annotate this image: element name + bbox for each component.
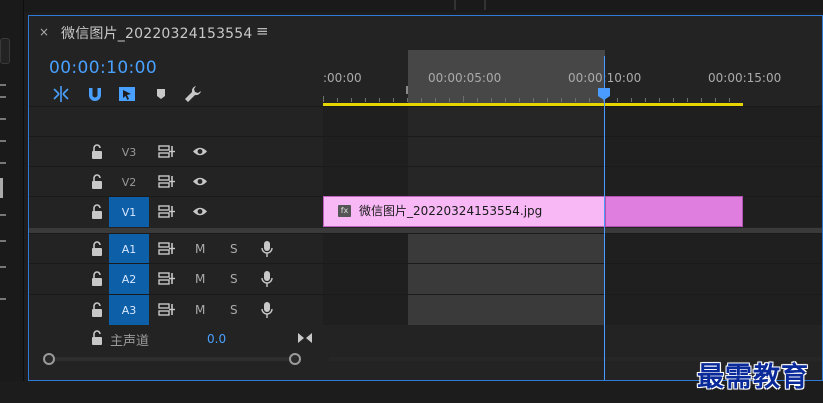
tool-strip-tick bbox=[0, 266, 6, 268]
in-point-marker bbox=[406, 86, 408, 94]
wrench-icon[interactable] bbox=[183, 84, 203, 104]
close-tab-icon[interactable]: × bbox=[39, 25, 49, 39]
track-header-a2: A2 M S bbox=[29, 263, 323, 294]
lock-icon[interactable] bbox=[90, 204, 104, 220]
clip-name: 微信图片_20220324153554.jpg bbox=[359, 204, 543, 218]
tool-strip-tick bbox=[0, 140, 6, 142]
mute-button[interactable]: M bbox=[195, 242, 205, 256]
sync-lock-icon[interactable] bbox=[158, 272, 176, 285]
tool-strip-indicator bbox=[0, 178, 3, 198]
sync-lock-icon[interactable] bbox=[158, 303, 176, 316]
horizontal-zoom-scrollbar[interactable] bbox=[43, 353, 301, 365]
track-name-v1[interactable]: V1 bbox=[109, 197, 149, 227]
sync-lock-icon[interactable] bbox=[158, 175, 176, 188]
eye-icon[interactable] bbox=[192, 175, 208, 188]
tool-strip-tick bbox=[0, 214, 6, 216]
time-ruler[interactable]: :00:00 00:00:05:00 00:00:10:00 00:00:15:… bbox=[323, 50, 822, 106]
tool-strip-tick bbox=[0, 96, 6, 98]
solo-button[interactable]: S bbox=[230, 303, 238, 317]
lock-icon[interactable] bbox=[90, 330, 104, 346]
go-to-edit-point-icon[interactable] bbox=[297, 332, 313, 344]
microphone-icon[interactable] bbox=[261, 301, 273, 319]
track-lane-v2[interactable] bbox=[323, 166, 822, 196]
track-header-v1: V1 bbox=[29, 196, 323, 227]
sync-lock-icon[interactable] bbox=[158, 145, 176, 158]
tool-strip-button[interactable] bbox=[0, 38, 10, 64]
track-header-v2: V2 bbox=[29, 166, 323, 196]
track-label: A3 bbox=[121, 304, 137, 317]
sync-lock-icon[interactable] bbox=[158, 242, 176, 255]
lock-icon[interactable] bbox=[90, 174, 104, 190]
track-header-a3: A3 M S bbox=[29, 294, 323, 325]
solo-button[interactable]: S bbox=[230, 272, 238, 286]
tool-strip-tick bbox=[0, 118, 6, 120]
magnet-icon[interactable] bbox=[85, 84, 105, 104]
clip-tail-part bbox=[605, 196, 743, 227]
clip-rendered-part: fx 微信图片_20220324153554.jpg bbox=[323, 196, 605, 227]
master-volume-value[interactable]: 0.0 bbox=[207, 332, 226, 346]
playhead-line[interactable] bbox=[604, 56, 605, 380]
master-track-label: 主声道 bbox=[110, 334, 150, 349]
track-header-spacer bbox=[29, 106, 323, 136]
scroll-end-handle[interactable] bbox=[289, 353, 301, 365]
track-header-v3: V3 bbox=[29, 136, 323, 166]
track-label: A2 bbox=[121, 273, 137, 286]
lock-icon[interactable] bbox=[90, 144, 104, 160]
track-label: V3 bbox=[121, 146, 137, 159]
track-lane-a3[interactable] bbox=[323, 294, 822, 325]
track-lane-a1[interactable] bbox=[323, 233, 822, 263]
track-label: A1 bbox=[121, 243, 137, 256]
playhead-handle[interactable] bbox=[597, 87, 611, 101]
microphone-icon[interactable] bbox=[261, 270, 273, 288]
track-name-a2[interactable]: A2 bbox=[109, 264, 149, 294]
tool-strip-tick bbox=[0, 162, 6, 164]
lock-icon[interactable] bbox=[90, 271, 104, 287]
timeline-tab: × 微信图片_20220324153554 ≡ bbox=[29, 16, 822, 50]
track-name-v2[interactable]: V2 bbox=[109, 167, 149, 196]
eye-icon[interactable] bbox=[192, 205, 208, 218]
lock-icon[interactable] bbox=[90, 302, 104, 318]
track-name-a1[interactable]: A1 bbox=[109, 234, 149, 263]
track-name-a3[interactable]: A3 bbox=[109, 295, 149, 325]
video-clip[interactable]: fx 微信图片_20220324153554.jpg bbox=[323, 196, 743, 227]
solo-button[interactable]: S bbox=[230, 242, 238, 256]
left-tool-strip bbox=[0, 0, 24, 403]
mute-button[interactable]: M bbox=[195, 272, 205, 286]
fx-badge-icon[interactable]: fx bbox=[338, 205, 351, 217]
ruler-ticks bbox=[323, 96, 730, 102]
snap-insert-icon[interactable] bbox=[51, 84, 71, 104]
lock-icon[interactable] bbox=[90, 241, 104, 257]
watermark-logo: 最需教育 bbox=[697, 362, 809, 393]
tool-strip-tick bbox=[0, 240, 6, 242]
track-lane-a2[interactable] bbox=[323, 263, 822, 294]
sync-lock-icon[interactable] bbox=[158, 205, 176, 218]
eye-icon[interactable] bbox=[192, 145, 208, 158]
panel-separator bbox=[454, 0, 456, 10]
ruler-label: :00:00 bbox=[323, 71, 362, 85]
top-panel-strip bbox=[24, 0, 823, 12]
tool-strip-tick bbox=[0, 84, 6, 86]
playhead-timecode[interactable]: 00:00:10:00 bbox=[49, 58, 157, 78]
master-track: 主声道 0.0 bbox=[29, 326, 822, 350]
sequence-title[interactable]: 微信图片_20220324153554 bbox=[61, 23, 253, 43]
scrollbar-track[interactable] bbox=[49, 357, 299, 361]
timeline-panel: × 微信图片_20220324153554 ≡ 00:00:10:00:00:… bbox=[28, 15, 823, 381]
track-lane-v3[interactable] bbox=[323, 136, 822, 166]
tool-strip-tick bbox=[0, 298, 6, 300]
microphone-icon[interactable] bbox=[261, 240, 273, 258]
marker-icon[interactable] bbox=[151, 84, 171, 104]
track-header-a1: A1 M S bbox=[29, 233, 323, 263]
panel-separator bbox=[484, 0, 486, 10]
ruler-label: 00:00:05:00 bbox=[428, 71, 502, 85]
linked-selection-icon[interactable] bbox=[117, 84, 137, 104]
ruler-label: 00:00:15:00 bbox=[708, 71, 782, 85]
panel-menu-icon[interactable]: ≡ bbox=[256, 22, 269, 40]
track-label: V2 bbox=[121, 176, 137, 189]
mute-button[interactable]: M bbox=[195, 303, 205, 317]
track-area-spacer bbox=[323, 106, 822, 136]
track-name-v3[interactable]: V3 bbox=[109, 137, 149, 166]
scroll-start-handle[interactable] bbox=[43, 353, 55, 365]
track-label: V1 bbox=[121, 206, 137, 219]
